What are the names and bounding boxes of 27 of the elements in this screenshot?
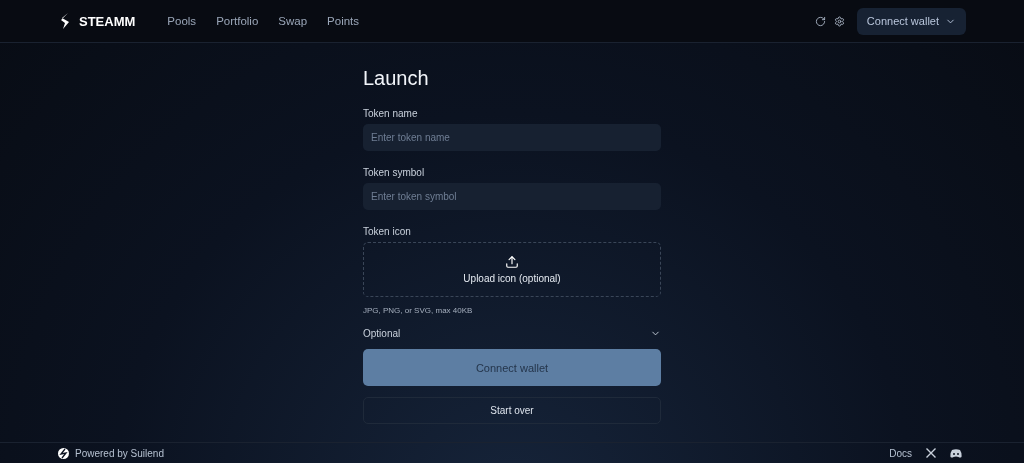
logo-icon — [60, 13, 71, 29]
refresh-icon[interactable] — [814, 15, 826, 27]
upload-hint: JPG, PNG, or SVG, max 40KB — [363, 306, 474, 315]
upload-label: Upload icon (optional) — [463, 273, 561, 284]
docs-link[interactable]: Docs — [889, 447, 912, 459]
nav-link[interactable]: Pools — [157, 15, 207, 27]
upload-dropzone[interactable]: Upload icon (optional) — [363, 242, 661, 297]
logo-icon — [58, 447, 69, 459]
discord-icon[interactable] — [950, 448, 962, 458]
text-input[interactable]: Enter token name — [363, 124, 661, 151]
nav-link[interactable]: Points — [317, 15, 370, 27]
nav-link[interactable]: Portfolio — [206, 15, 269, 27]
start-over-button[interactable]: Start over — [363, 397, 661, 424]
nav-link[interactable]: Swap — [268, 15, 318, 27]
page-title: Launch — [363, 66, 430, 91]
optional-label: Optional — [363, 328, 401, 339]
brand-name: STEAMM — [79, 13, 136, 29]
field-label: Token symbol — [363, 167, 426, 178]
powered-by-text: Powered by Suilend — [75, 447, 164, 459]
settings-icon[interactable] — [833, 15, 845, 27]
connect-wallet-button[interactable]: Connect wallet — [856, 7, 966, 35]
upload-icon — [505, 255, 519, 269]
optional-toggle[interactable]: Optional — [363, 328, 661, 339]
field-label: Token icon — [363, 226, 412, 237]
x-logo-icon[interactable] — [926, 448, 936, 458]
field-label: Token name — [363, 108, 419, 119]
text-input[interactable]: Enter token symbol — [363, 183, 661, 210]
